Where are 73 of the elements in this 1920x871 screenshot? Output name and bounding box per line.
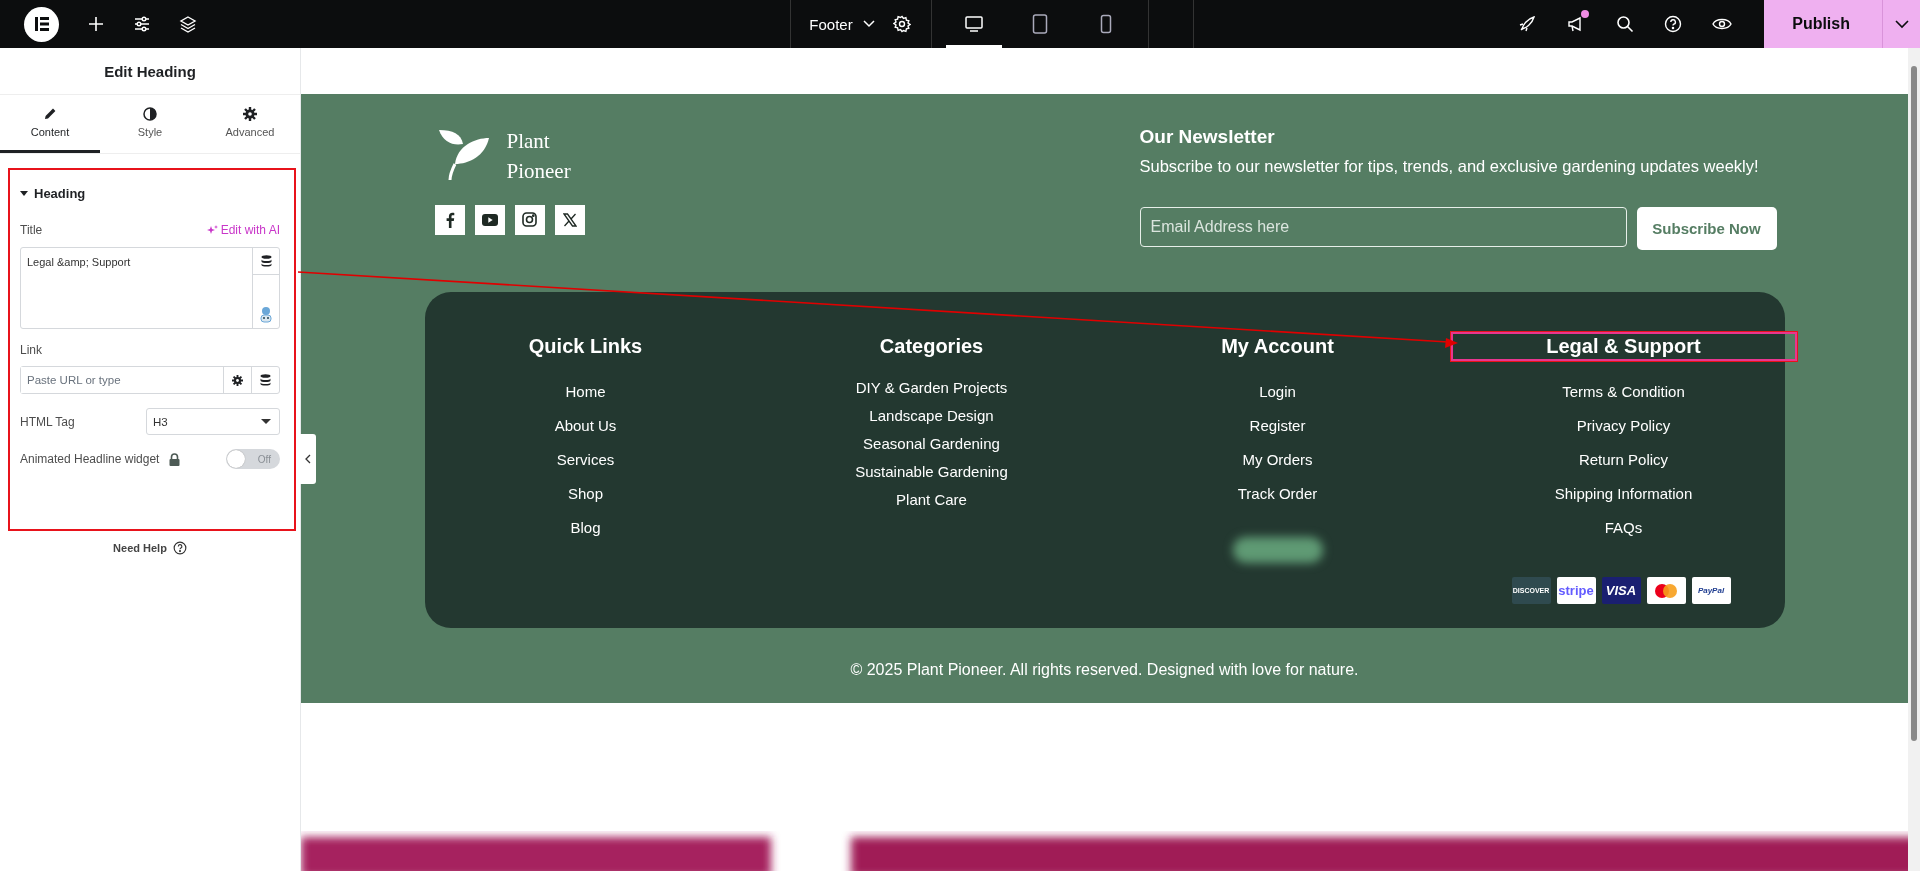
title-field[interactable]: Legal &amp; Support [20, 247, 280, 329]
section-toggle[interactable]: Heading [20, 186, 86, 201]
animated-headline-label: Animated Headline widget [20, 452, 160, 466]
x-icon[interactable] [554, 204, 585, 235]
database-icon[interactable] [260, 255, 272, 267]
title-label: Title [20, 223, 43, 237]
footer-link[interactable]: Terms & Condition [1562, 382, 1685, 401]
panel-tab[interactable]: Content [0, 95, 100, 153]
sliders-icon[interactable] [133, 15, 151, 33]
layers-icon[interactable] [179, 15, 197, 33]
html-tag-select[interactable]: H3 [146, 408, 280, 435]
rocket-icon[interactable] [1518, 15, 1537, 33]
search-icon[interactable] [1616, 15, 1635, 33]
footer-link[interactable]: Privacy Policy [1576, 416, 1671, 435]
mastercard-icon [1646, 577, 1686, 604]
database-icon[interactable] [260, 374, 271, 386]
column-heading: Quick Links [527, 334, 644, 359]
footer-link[interactable]: Sustainable Gardening [855, 462, 1008, 481]
footer-link[interactable]: Register [1249, 416, 1306, 435]
panel-tab[interactable]: Advanced [200, 95, 300, 153]
add-icon[interactable] [87, 15, 105, 33]
help-icon[interactable] [172, 541, 187, 555]
column-heading: Legal & Support [1450, 332, 1797, 361]
footer-link[interactable]: Home [565, 382, 606, 401]
caret-icon[interactable] [1895, 19, 1909, 29]
visa-card-icon: VISA [1601, 577, 1641, 604]
stripe-icon: stripe [1556, 577, 1596, 604]
footer-link[interactable]: Blog [570, 518, 601, 537]
robot-icon[interactable] [259, 306, 273, 324]
footer-link[interactable]: Seasonal Gardening [863, 434, 1000, 453]
footer-link[interactable]: DIY & Garden Projects [855, 378, 1008, 397]
brand-name: Plant Pioneer [506, 128, 571, 186]
copyright-text: © 2025 Plant Pioneer. All rights reserved. Designed with love for nature. [849, 660, 1360, 680]
settings-icon[interactable] [243, 107, 257, 121]
lock-icon [169, 452, 181, 466]
preview-eye-icon[interactable] [1712, 16, 1733, 32]
panel-title: Edit Heading [0, 48, 300, 95]
footer-link[interactable]: About Us [554, 416, 617, 435]
link-label: Link [20, 343, 43, 357]
column-heading: Categories [878, 334, 985, 359]
footer-link[interactable]: FAQs [1604, 518, 1643, 537]
half-circle-icon[interactable] [143, 107, 157, 121]
column-heading: My Account [1220, 334, 1335, 359]
footer-link[interactable]: Track Order [1237, 484, 1318, 503]
footer-link[interactable]: Login [1259, 382, 1296, 401]
newsletter-heading: Our Newsletter [1139, 126, 1276, 148]
youtube-icon[interactable] [474, 204, 505, 235]
elementor-logo-icon[interactable] [24, 6, 59, 42]
footer-link[interactable]: My Orders [1242, 450, 1313, 469]
footer-link[interactable]: Return Policy [1578, 450, 1669, 469]
document-dropdown[interactable]: Footer [791, 0, 893, 48]
subscribe-button[interactable]: Subscribe Now [1636, 207, 1777, 250]
scrollbar[interactable] [1908, 48, 1920, 871]
chevron-down-icon[interactable] [862, 20, 875, 28]
html-tag-label: HTML Tag [20, 414, 75, 429]
facebook-icon[interactable] [434, 204, 465, 235]
footer-link[interactable]: Shop [567, 484, 603, 503]
footer-link[interactable]: Landscape Design [869, 406, 994, 425]
newsletter-description: Subscribe to our newsletter for tips, trends, and exclusive gardening updates weekly! [1139, 157, 1760, 176]
link-field[interactable]: Paste URL or type [20, 366, 280, 394]
need-help-link[interactable]: Need Help [113, 541, 187, 555]
paypal-icon: PayPal [1691, 577, 1731, 604]
footer-link[interactable]: Services [556, 450, 615, 469]
pencil-icon[interactable] [43, 107, 57, 121]
instagram-icon[interactable] [514, 204, 545, 235]
edit-with-ai-link[interactable]: Edit with AI [206, 223, 280, 237]
sparkle-icon[interactable] [206, 224, 218, 236]
settings-icon[interactable] [232, 374, 243, 386]
collapse-panel-handle[interactable] [300, 434, 316, 484]
panel-tab[interactable]: Style [100, 95, 200, 153]
footer-link[interactable]: Shipping Information [1554, 484, 1693, 503]
email-field[interactable]: Email Address here [1139, 207, 1627, 247]
footer-link[interactable]: Plant Care [896, 490, 967, 509]
